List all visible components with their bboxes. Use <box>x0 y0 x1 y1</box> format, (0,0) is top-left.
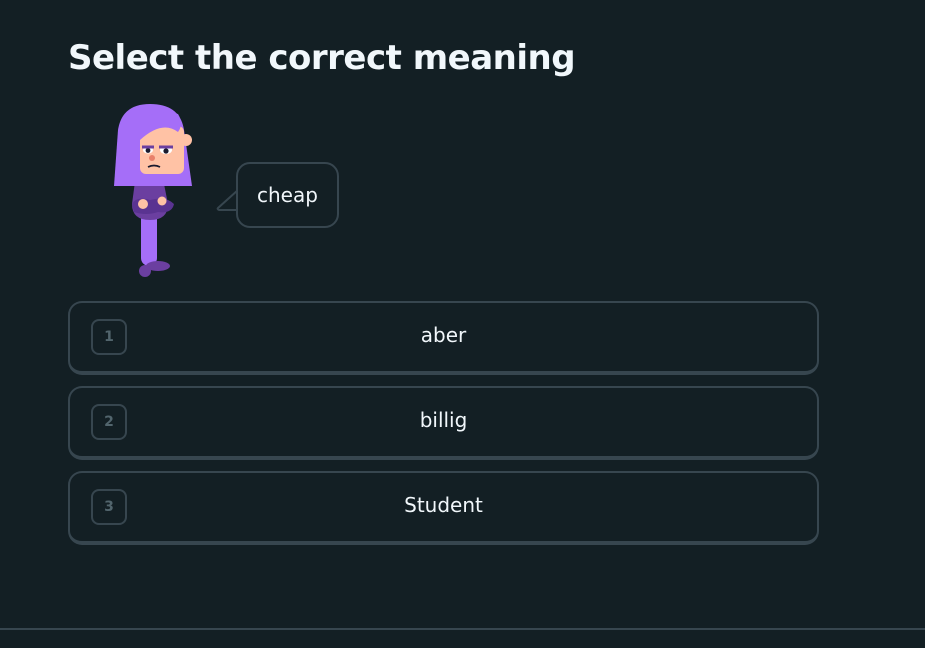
choice-number-badge: 2 <box>91 404 127 440</box>
choice-label: billig <box>419 408 468 432</box>
character-hand-right <box>157 196 167 206</box>
character-ear <box>180 134 192 146</box>
speech-bubble-text: cheap <box>257 183 318 207</box>
character-foot-back <box>139 265 151 277</box>
choice-number-badge: 1 <box>91 319 127 355</box>
choice-number-badge: 3 <box>91 489 127 525</box>
character-illustration <box>114 104 192 277</box>
character-pupil-right <box>163 148 169 154</box>
choice-label: aber <box>420 323 467 347</box>
character-pupil-left <box>145 148 151 153</box>
character-hand-left <box>138 199 148 209</box>
choice-option-1[interactable]: 1 aber <box>68 301 819 375</box>
footer-divider <box>0 628 925 630</box>
character-arms <box>132 198 174 214</box>
character-nose <box>149 155 155 161</box>
choice-option-2[interactable]: 2 billig <box>68 386 819 460</box>
page-title: Select the correct meaning <box>68 38 576 78</box>
speech-bubble: cheap <box>236 162 339 228</box>
choice-label: Student <box>404 493 483 517</box>
choice-list: 1 aber 2 billig 3 Student <box>68 301 819 556</box>
choice-option-3[interactable]: 3 Student <box>68 471 819 545</box>
